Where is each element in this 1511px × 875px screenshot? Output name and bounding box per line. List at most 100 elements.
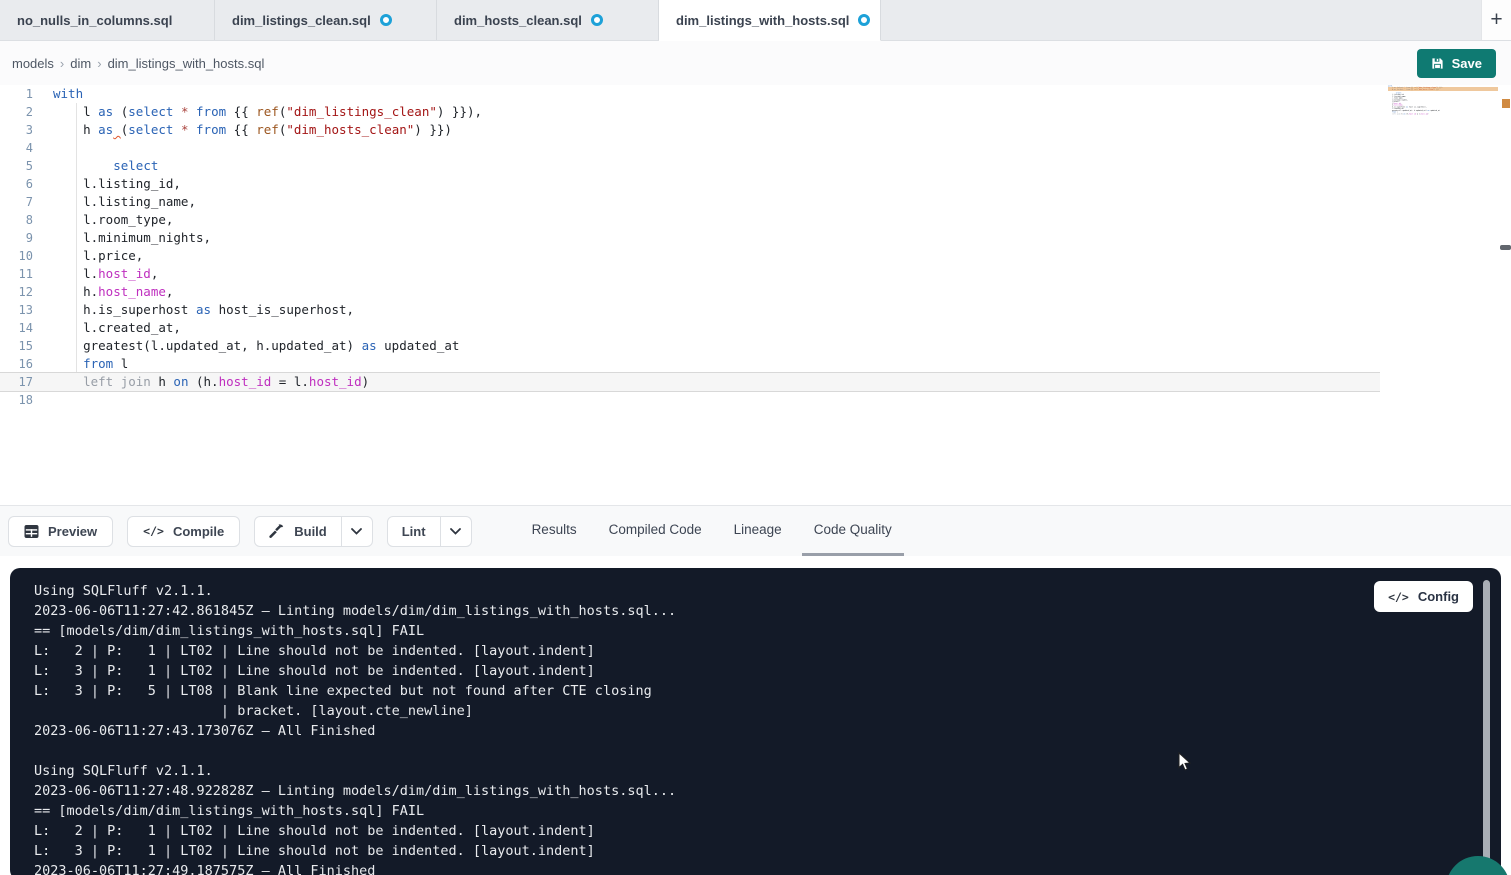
file-tab[interactable]: no_nulls_in_columns.sql xyxy=(0,0,215,40)
terminal-output: Using SQLFluff v2.1.1. 2023-06-06T11:27:… xyxy=(10,568,1501,875)
build-button[interactable]: Build xyxy=(255,517,341,546)
editor-tab-bar: no_nulls_in_columns.sql dim_listings_clea… xyxy=(0,0,1511,41)
code-text: l.room_type, xyxy=(33,211,173,229)
line-number: 6 xyxy=(0,175,33,193)
unsaved-changes-dot-icon[interactable] xyxy=(380,14,392,26)
line-number: 11 xyxy=(0,265,33,283)
lint-split-button: Lint xyxy=(387,516,472,547)
terminal-scrollbar-thumb[interactable] xyxy=(1483,580,1490,872)
code-line[interactable]: 17 left join h on (h.host_id = l.host_id… xyxy=(0,373,1380,391)
config-button[interactable]: </> Config xyxy=(1374,581,1473,612)
minimap-warning-highlight xyxy=(1388,87,1498,91)
panel-tab-code-quality[interactable]: Code Quality xyxy=(802,506,904,556)
code-text: l.created_at, xyxy=(33,319,181,337)
line-number: 7 xyxy=(0,193,33,211)
code-text: l.host_id, xyxy=(33,265,158,283)
unsaved-changes-dot-icon[interactable] xyxy=(591,14,603,26)
code-text: from l xyxy=(33,355,128,373)
code-line[interactable]: 10 l.price, xyxy=(0,247,1380,265)
editor-scrollbar-thumb[interactable] xyxy=(1500,245,1511,250)
line-number: 4 xyxy=(0,139,33,157)
panel-tab-lineage[interactable]: Lineage xyxy=(722,506,794,556)
editor-action-bar: Preview </> Compile Build Lint xyxy=(0,505,1511,556)
file-tab[interactable]: dim_hosts_clean.sql xyxy=(437,0,659,40)
panel-tab-results[interactable]: Results xyxy=(520,506,589,556)
code-line[interactable]: 3 h as (select * from {{ ref("dim_hosts_… xyxy=(0,121,1380,139)
code-line[interactable]: 7 l.listing_name, xyxy=(0,193,1380,211)
code-line[interactable]: 8 l.room_type, xyxy=(0,211,1380,229)
file-tab[interactable]: dim_listings_with_hosts.sql xyxy=(659,0,881,41)
file-tab-label: dim_hosts_clean.sql xyxy=(454,13,582,28)
code-line[interactable]: 13 h.is_superhost as host_is_superhost, xyxy=(0,301,1380,319)
code-text: h.is_superhost as host_is_superhost, xyxy=(33,301,354,319)
dbt-ide-window: no_nulls_in_columns.sql dim_listings_clea… xyxy=(0,0,1511,875)
code-line[interactable]: 11 l.host_id, xyxy=(0,265,1380,283)
result-panel-tabs: ResultsCompiled CodeLineageCode Quality xyxy=(516,506,908,556)
breadcrumb-separator-icon: › xyxy=(97,56,101,71)
unsaved-changes-dot-icon[interactable] xyxy=(858,14,870,26)
table-grid-icon xyxy=(24,524,39,539)
build-button-label: Build xyxy=(294,524,327,539)
code-text: l as (select * from {{ ref("dim_listings… xyxy=(33,103,482,121)
code-line[interactable]: 2 l as (select * from {{ ref("dim_listin… xyxy=(0,103,1380,121)
code-text: l.price, xyxy=(33,247,143,265)
code-text: l.minimum_nights, xyxy=(33,229,211,247)
lint-output-terminal[interactable]: Using SQLFluff v2.1.1. 2023-06-06T11:27:… xyxy=(10,568,1501,875)
file-tab-label: dim_listings_with_hosts.sql xyxy=(676,13,849,28)
line-number: 16 xyxy=(0,355,33,373)
code-line[interactable]: 18 xyxy=(0,391,1380,409)
file-header-bar: models › dim › dim_listings_with_hosts.sql S… xyxy=(0,41,1511,85)
preview-button-label: Preview xyxy=(48,524,97,539)
preview-button[interactable]: Preview xyxy=(8,516,113,547)
code-text: greatest(l.updated_at, h.updated_at) as … xyxy=(33,337,459,355)
code-text: l.listing_id, xyxy=(33,175,181,193)
chevron-down-icon xyxy=(450,528,461,535)
line-number: 14 xyxy=(0,319,33,337)
floppy-disk-icon xyxy=(1431,57,1444,70)
lint-button-label: Lint xyxy=(402,524,426,539)
panel-tab-compiled-code[interactable]: Compiled Code xyxy=(597,506,714,556)
code-text: select xyxy=(33,157,158,175)
line-number: 9 xyxy=(0,229,33,247)
line-number: 15 xyxy=(0,337,33,355)
line-number: 8 xyxy=(0,211,33,229)
file-tab[interactable]: dim_listings_clean.sql xyxy=(215,0,437,40)
line-number: 17 xyxy=(0,373,33,391)
code-editor[interactable]: 1with2 l as (select * from {{ ref("dim_l… xyxy=(0,85,1511,505)
code-text xyxy=(33,139,53,157)
code-text: h.host_name, xyxy=(33,283,173,301)
minimap[interactable]: with l as (select * from {{ ref("dim_lis… xyxy=(1388,85,1498,125)
overview-ruler-warning-mark xyxy=(1502,99,1510,108)
code-line[interactable]: 14 l.created_at, xyxy=(0,319,1380,337)
code-brackets-icon: </> xyxy=(1388,590,1409,604)
lint-dropdown-button[interactable] xyxy=(440,517,471,546)
compile-button-label: Compile xyxy=(173,524,224,539)
code-line[interactable]: 12 h.host_name, xyxy=(0,283,1380,301)
code-lines: 1with2 l as (select * from {{ ref("dim_l… xyxy=(0,85,1511,409)
new-tab-button[interactable]: + xyxy=(1481,0,1511,40)
chevron-down-icon xyxy=(351,528,362,535)
file-tab-label: no_nulls_in_columns.sql xyxy=(17,13,172,28)
code-line[interactable]: 4 xyxy=(0,139,1380,157)
code-line[interactable]: 9 l.minimum_nights, xyxy=(0,229,1380,247)
breadcrumb-segment[interactable]: dim xyxy=(70,56,91,71)
code-line[interactable]: 5 select xyxy=(0,157,1380,175)
config-button-label: Config xyxy=(1418,589,1459,604)
build-dropdown-button[interactable] xyxy=(341,517,372,546)
code-line[interactable]: 6 l.listing_id, xyxy=(0,175,1380,193)
code-line[interactable]: 1with xyxy=(0,85,1380,103)
code-line[interactable]: 16 from l xyxy=(0,355,1380,373)
hammer-icon xyxy=(269,523,285,539)
breadcrumb-segment[interactable]: models xyxy=(12,56,54,71)
save-button-label: Save xyxy=(1452,56,1482,71)
line-number: 1 xyxy=(0,85,33,103)
build-split-button: Build xyxy=(254,516,373,547)
breadcrumb-separator-icon: › xyxy=(60,56,64,71)
code-line[interactable]: 15 greatest(l.updated_at, h.updated_at) … xyxy=(0,337,1380,355)
save-button[interactable]: Save xyxy=(1417,49,1496,78)
compile-button[interactable]: </> Compile xyxy=(127,516,240,547)
code-text: left join h on (h.host_id = l.host_id) xyxy=(33,373,369,391)
code-text xyxy=(33,391,53,409)
breadcrumb-segment[interactable]: dim_listings_with_hosts.sql xyxy=(108,56,265,71)
lint-button[interactable]: Lint xyxy=(388,517,440,546)
